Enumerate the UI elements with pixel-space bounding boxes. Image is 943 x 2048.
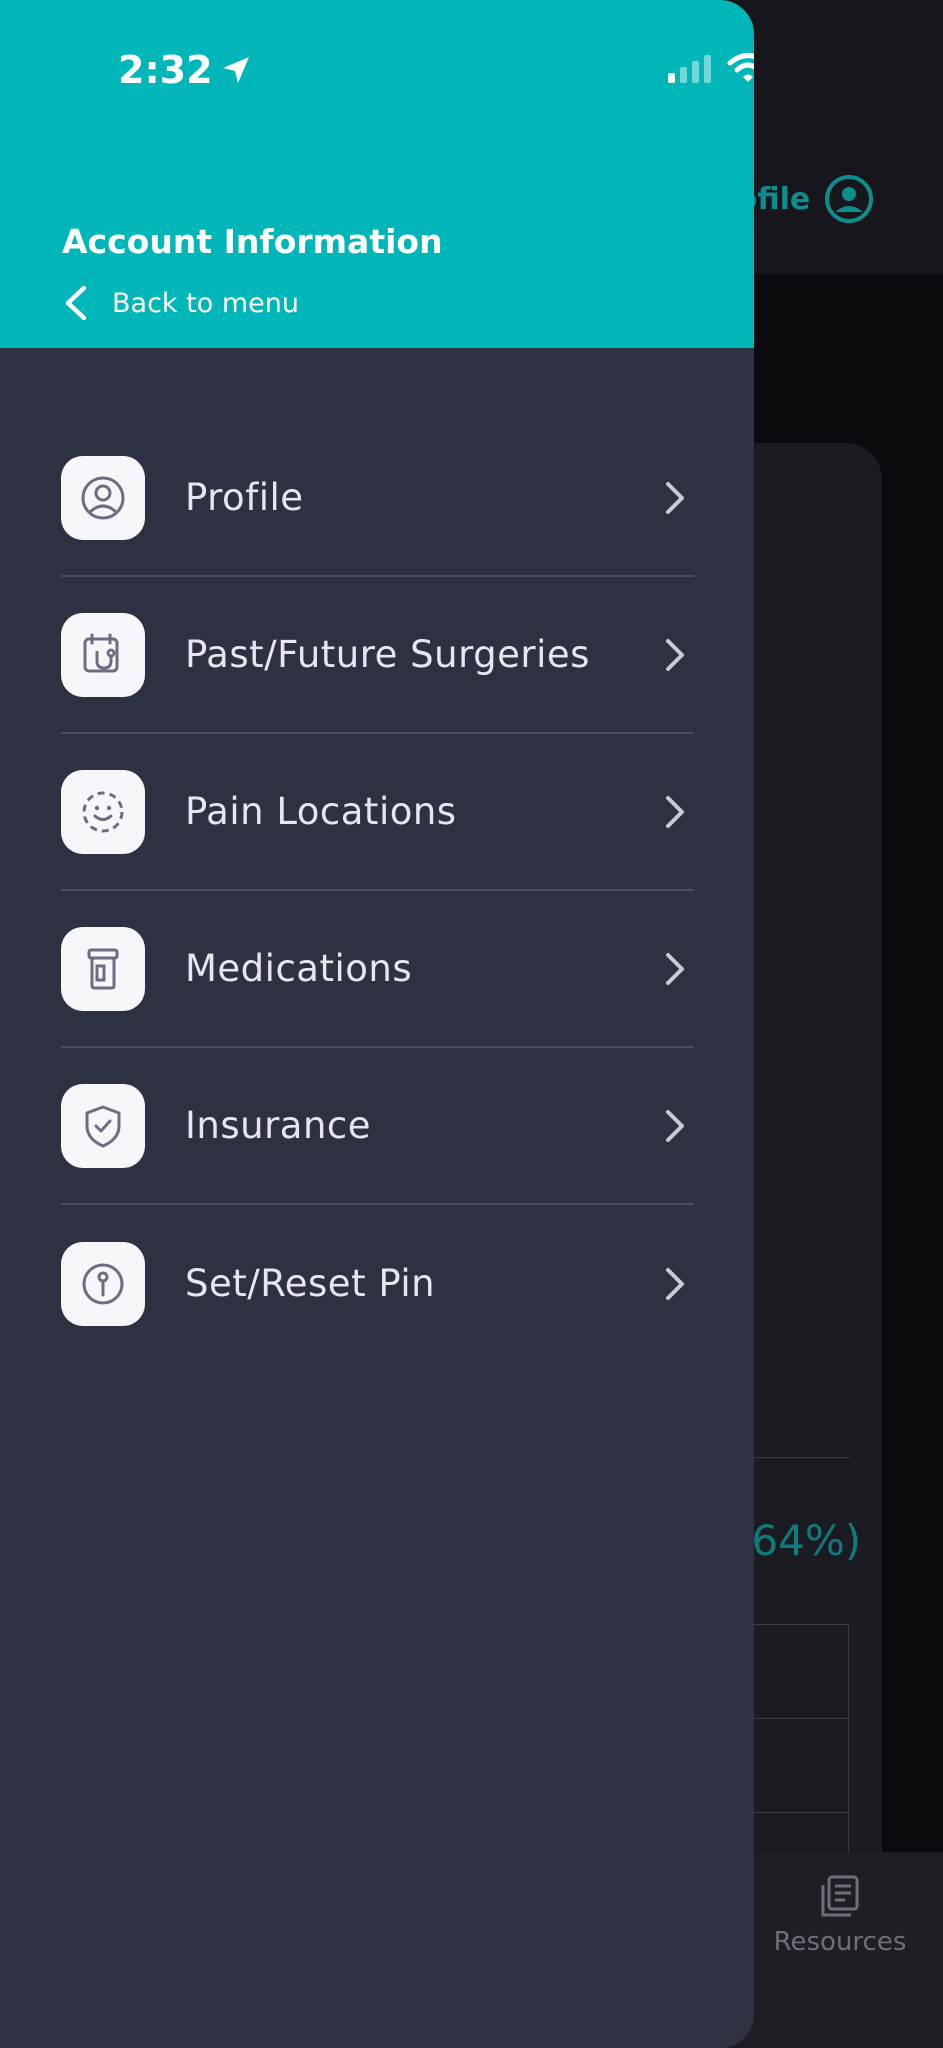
menu-item-label: Profile [185,476,304,519]
menu-item-label: Medications [185,947,413,990]
back-to-menu-label: Back to menu [112,287,299,319]
page-title: Account Information [62,222,443,261]
account-drawer: 2:32 80 Account Information [0,0,754,2048]
location-arrow-icon [222,57,249,83]
chevron-right-icon [666,1267,684,1300]
person-circle-icon [81,476,125,519]
menu-item-label: Pain Locations [185,790,457,833]
dashed-face-icon [82,791,124,832]
background-divider [740,1457,850,1458]
person-circle-icon [825,175,874,223]
drawer-header: 2:32 80 Account Information [0,0,754,348]
account-menu: Profile Past/Future Surgeries Pain Locat… [61,420,694,1362]
menu-item-set-reset-pin[interactable]: Set/Reset Pin [61,1205,694,1362]
status-bar-right: 80 [668,52,754,84]
pill-bottle-icon [87,948,119,989]
menu-icon-box [61,926,145,1011]
menu-item-label: Set/Reset Pin [185,1262,436,1305]
menu-icon-box [61,612,145,697]
background-tab-resources: Resources [770,1873,910,1957]
menu-icon-box [61,1083,145,1168]
menu-item-surgeries[interactable]: Past/Future Surgeries [61,577,694,734]
chevron-right-icon [666,638,684,671]
menu-item-label: Insurance [185,1104,372,1147]
menu-item-profile[interactable]: Profile [61,420,694,577]
chevron-left-icon [65,285,87,321]
shield-check-icon [85,1105,121,1147]
chevron-right-icon [666,795,684,828]
wifi-icon [727,53,754,82]
chevron-right-icon [666,952,684,985]
calendar-stethoscope-icon [83,633,119,672]
menu-item-pain-locations[interactable]: Pain Locations [61,734,694,891]
menu-icon-box [61,455,145,540]
cellular-signal-icon [668,53,711,83]
pin-icon [82,1263,124,1304]
menu-item-label: Past/Future Surgeries [185,633,590,676]
menu-icon-box [61,1241,145,1326]
status-time-text: 2:32 [118,48,213,92]
chevron-right-icon [666,481,684,514]
background-tab-label: Resources [773,1927,907,1957]
document-stack-icon [821,1875,859,1917]
chevron-right-icon [666,1109,684,1142]
back-to-menu-button[interactable]: Back to menu [62,284,299,322]
menu-icon-box [61,769,145,854]
menu-item-medications[interactable]: Medications [61,891,694,1048]
menu-item-insurance[interactable]: Insurance [61,1048,694,1205]
status-bar-time: 2:32 [118,48,253,92]
